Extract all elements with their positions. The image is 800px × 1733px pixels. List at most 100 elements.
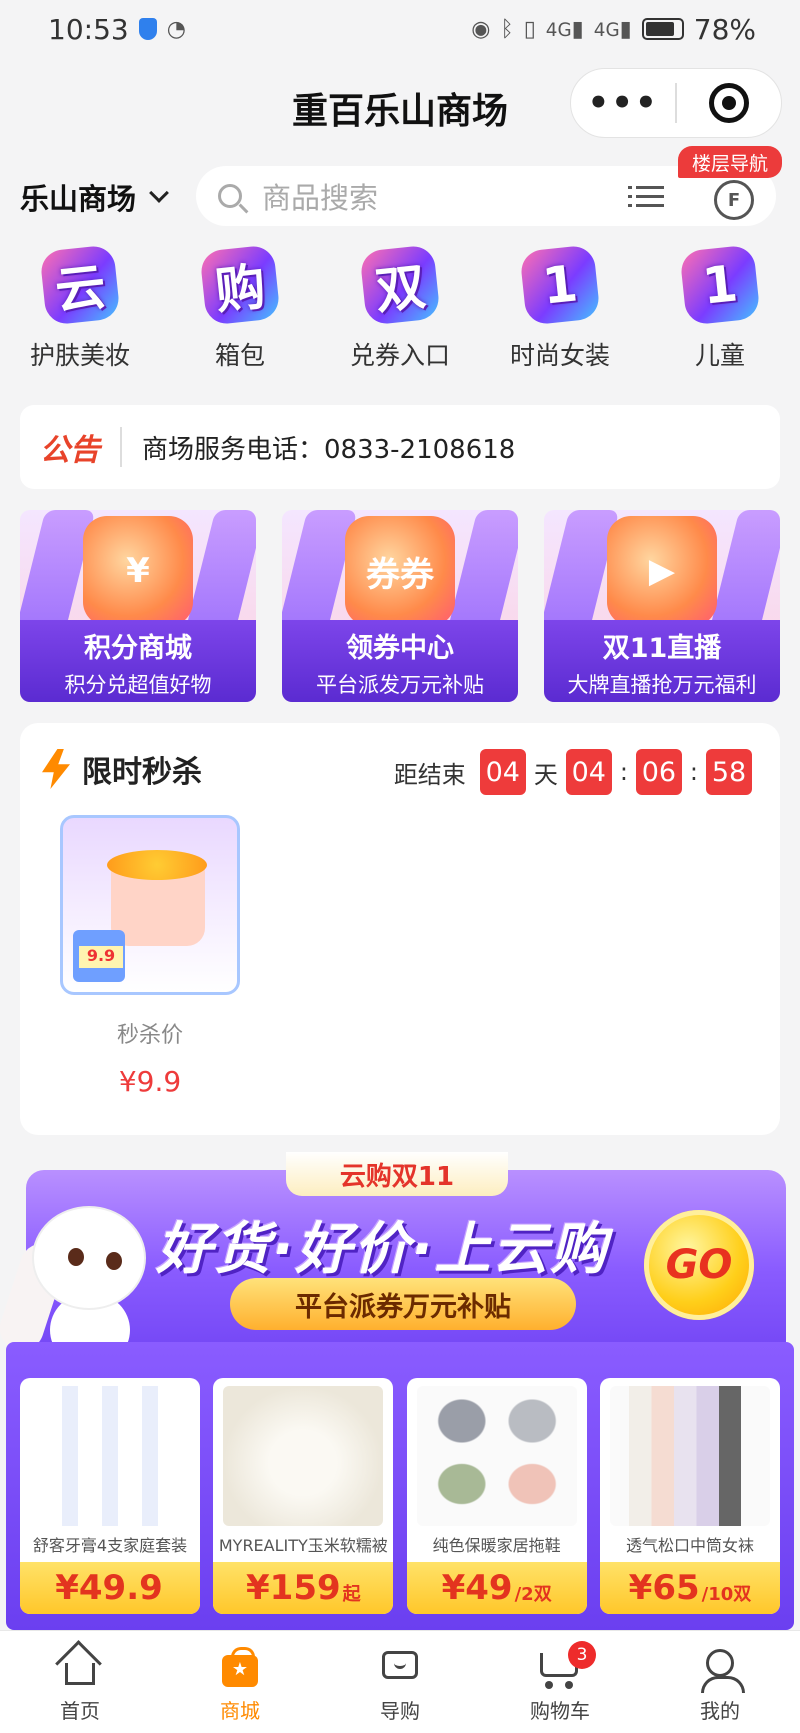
notice-divider [120,427,122,467]
tab-guide[interactable]: 导购 [320,1631,480,1733]
promo-headline: 好货·好价·上云购 [156,1217,609,1282]
flash-sale-title: 限时秒杀 [82,755,202,790]
category-icon: 购 [199,244,281,326]
home-icon [60,1647,100,1687]
notice-text: 商场服务电话：0833-2108618 [142,434,516,465]
category-icon: 1 [519,244,601,326]
banner-title: 领券中心 [346,633,454,664]
category-item[interactable]: 购箱包 [178,244,302,372]
shopping-bag-icon [220,1647,260,1687]
battery-icon [641,18,684,40]
close-target-button[interactable] [677,83,781,123]
tab-profile[interactable]: 我的 [640,1631,800,1733]
shield-icon [138,18,157,40]
category-label: 护肤美妆 [29,341,130,370]
list-icon[interactable] [628,180,664,212]
status-bar: 10:53 ◔ ◉ ᛒ ▯ 4G▮ 4G▮ 78% [0,0,800,58]
more-dots-icon[interactable]: ••• [571,83,675,123]
category-icon: 1 [679,244,761,326]
category-icon: 双 [359,244,441,326]
promo-product-card[interactable]: MYREALITY玉米软糯被 ¥159 起 [213,1378,394,1614]
target-icon [708,83,749,123]
capsule-menu: ••• [570,68,782,138]
banner-subtitle: 大牌直播抢万元福利 [567,673,757,697]
promo-section: 云购双11 好货·好价·上云购 平台派券万元补贴 GO 舒客牙膏4支家庭套装 ¥… [0,1152,794,1630]
bottom-tab-bar: 首页 商城 导购 3 购物车 我的 [0,1630,800,1733]
profile-icon [700,1647,745,1693]
banner-title: 双11直播 [602,633,722,664]
flash-sale-product[interactable]: 9.9 秒杀价 ¥9.9 [60,815,240,1098]
product-image [416,1386,577,1526]
promo-product-list: 舒客牙膏4支家庭套装 ¥49.9 MYREALITY玉米软糯被 ¥159 起 纯色… [20,1378,780,1614]
category-item[interactable]: 1 儿童 [658,244,782,372]
countdown-seconds: 58 [706,749,752,795]
eye-icon: ◉ [471,16,491,42]
countdown-sep: : [619,758,628,786]
promo-product-card[interactable]: 舒客牙膏4支家庭套装 ¥49.9 [20,1378,200,1614]
product-image [609,1386,770,1526]
product-name: MYREALITY玉米软糯被 [218,1536,388,1555]
category-row: 云护肤美妆 购箱包 双兑券入口 1 时尚女装 1 儿童 [0,244,800,372]
feature-banners: ¥ 积分商城 积分兑超值好物 券券 领券中心 平台派发万元补贴 ▶ 双11直播 大牌直… [20,510,780,702]
day-unit: 天 [533,760,558,789]
category-label: 箱包 [214,341,265,370]
countdown-days: 04 [479,749,526,795]
gift-icon: ¥ [83,516,193,626]
status-time: 10:53 [48,12,129,46]
banner-subtitle: 平台派发万元补贴 [316,673,484,697]
banner-subtitle: 积分兑超值好物 [64,673,212,697]
product-image [223,1386,384,1526]
banner-points-mall[interactable]: ¥ 积分商城积分兑超值好物 [20,510,256,702]
promo-product-card[interactable]: 纯色保暖家居拖鞋 ¥49/2双 [406,1378,587,1614]
product-name: 透气松口中筒女袜 [625,1536,754,1555]
store-selector[interactable]: 乐山商场 [20,176,169,218]
category-label: 儿童 [694,341,745,370]
search-icon [218,184,242,208]
speed-icon: ◔ [166,16,186,42]
vibrate-icon: ▯ [523,16,536,42]
notice-bar[interactable]: 公告 商场服务电话：0833-2108618 [20,405,780,489]
store-name: 乐山商场 [20,182,137,216]
category-item[interactable]: 1 时尚女装 [498,244,622,372]
countdown-hours: 04 [565,749,612,795]
floor-nav-icon[interactable]: F [714,180,754,220]
countdown-label: 距结束 [393,760,466,789]
product-image-price-tag: 9.9 [79,946,123,968]
product-price: ¥49/2双 [406,1562,587,1614]
tab-cart[interactable]: 3 购物车 [480,1631,640,1733]
coupon-icon: 券券 [345,516,455,626]
tab-mall[interactable]: 商城 [160,1631,320,1733]
banner-coupon-center[interactable]: 券券 领券中心平台派发万元补贴 [282,510,518,702]
flash-sale-section: 限时秒杀 距结束 04 天 04 : 06 : 58 9.9 秒杀价 ¥9.9 [20,723,780,1135]
floor-nav-badge[interactable]: 楼层导航 [678,146,782,178]
tab-home[interactable]: 首页 [0,1631,160,1733]
tab-label: 购物车 [530,1699,590,1723]
tab-label: 我的 [700,1699,740,1723]
countdown-sep: : [689,758,698,786]
signal-icon: 4G▮ [545,16,584,42]
chevron-down-icon [149,183,169,203]
cart-badge: 3 [568,1641,596,1669]
banner-live[interactable]: ▶ 双11直播 大牌直播抢万元福利 [544,510,780,702]
flash-price: ¥9.9 [118,1065,182,1098]
product-price: ¥159 起 [213,1562,394,1614]
go-button[interactable]: GO [644,1210,754,1320]
lightning-icon [42,749,70,789]
product-price: ¥65/10双 [599,1562,780,1614]
countdown: 距结束 04 天 04 : 06 : 58 [394,749,752,795]
category-label: 时尚女装 [509,341,610,370]
bluetooth-icon: ᛒ [500,16,514,42]
countdown-minutes: 06 [635,749,682,795]
tab-label: 商城 [220,1699,260,1723]
promo-pill[interactable]: 平台派券万元补贴 [230,1278,576,1330]
category-item[interactable]: 双兑券入口 [338,244,462,372]
notice-tag: 公告 [40,433,100,468]
signal-icon-2: 4G▮ [593,16,632,42]
battery-level: 78% [693,12,756,46]
promo-product-card[interactable]: 透气松口中筒女袜 ¥65/10双 [599,1378,780,1614]
banner-title: 积分商城 [84,633,192,664]
category-label: 兑券入口 [349,341,450,370]
category-item[interactable]: 云护肤美妆 [18,244,142,372]
product-image [30,1386,190,1526]
product-image: 9.9 [60,815,240,995]
